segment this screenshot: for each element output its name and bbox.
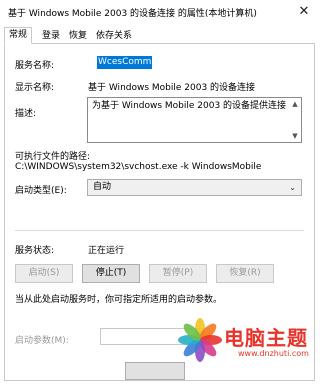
pause-button[interactable]: 暂停(P) bbox=[149, 264, 207, 283]
startup-type-select[interactable]: 自动 ⌄ bbox=[87, 179, 302, 196]
scroll-up-icon[interactable]: ▲ bbox=[290, 99, 300, 109]
exe-path-value[interactable]: C:\WINDOWS\system32\svchost.exe -k Windo… bbox=[15, 162, 261, 172]
window-title: 基于 Windows Mobile 2003 的设备连接 的属性(本地计算机) bbox=[8, 9, 257, 19]
tab-dependencies[interactable]: 依存关系 bbox=[92, 29, 136, 43]
chevron-down-icon: ⌄ bbox=[289, 183, 296, 192]
description-box[interactable]: 为基于 Windows Mobile 2003 的设备提供连接 ▲ ▼ bbox=[87, 97, 302, 143]
startup-type-label: 启动类型(E): bbox=[15, 186, 67, 196]
scroll-down-icon[interactable]: ▼ bbox=[290, 131, 300, 141]
service-name-label: 服务名称: bbox=[15, 61, 55, 71]
tab-logon[interactable]: 登录 bbox=[38, 29, 64, 43]
hint-text: 当从此处启动服务时，你可指定所适用的启动参数。 bbox=[15, 295, 223, 305]
start-button[interactable]: 启动(S) bbox=[15, 264, 73, 283]
close-button[interactable]: ✕ bbox=[295, 3, 313, 21]
description-text: 为基于 Windows Mobile 2003 的设备提供连接 bbox=[92, 101, 287, 111]
watermark-title: 电脑主题 bbox=[224, 326, 308, 350]
description-label: 描述: bbox=[15, 109, 37, 119]
stop-button[interactable]: 停止(T) bbox=[82, 264, 140, 283]
display-name-value[interactable]: 基于 Windows Mobile 2003 的设备连接 bbox=[88, 80, 255, 93]
resume-button[interactable]: 恢复(R) bbox=[216, 264, 274, 283]
service-name-value[interactable]: WcesComm bbox=[97, 56, 153, 69]
close-icon: ✕ bbox=[298, 4, 310, 19]
title-bar: 基于 Windows Mobile 2003 的设备连接 的属性(本地计算机) … bbox=[0, 0, 319, 24]
service-status-label: 服务状态: bbox=[15, 246, 55, 256]
watermark-url: www.dnzhuti.com bbox=[238, 349, 309, 358]
exe-path-label: 可执行文件的路径: bbox=[15, 152, 91, 162]
display-name-label: 显示名称: bbox=[15, 83, 55, 93]
tab-recovery[interactable]: 恢复 bbox=[65, 29, 91, 43]
divider bbox=[15, 230, 304, 231]
tab-general[interactable]: 常规 bbox=[4, 27, 33, 44]
service-status-value: 正在运行 bbox=[88, 246, 125, 256]
start-params-label: 启动参数(M): bbox=[15, 336, 69, 346]
pinwheel-logo-icon bbox=[178, 318, 222, 362]
startup-type-value: 自动 bbox=[93, 182, 112, 192]
ok-button[interactable] bbox=[125, 362, 185, 380]
